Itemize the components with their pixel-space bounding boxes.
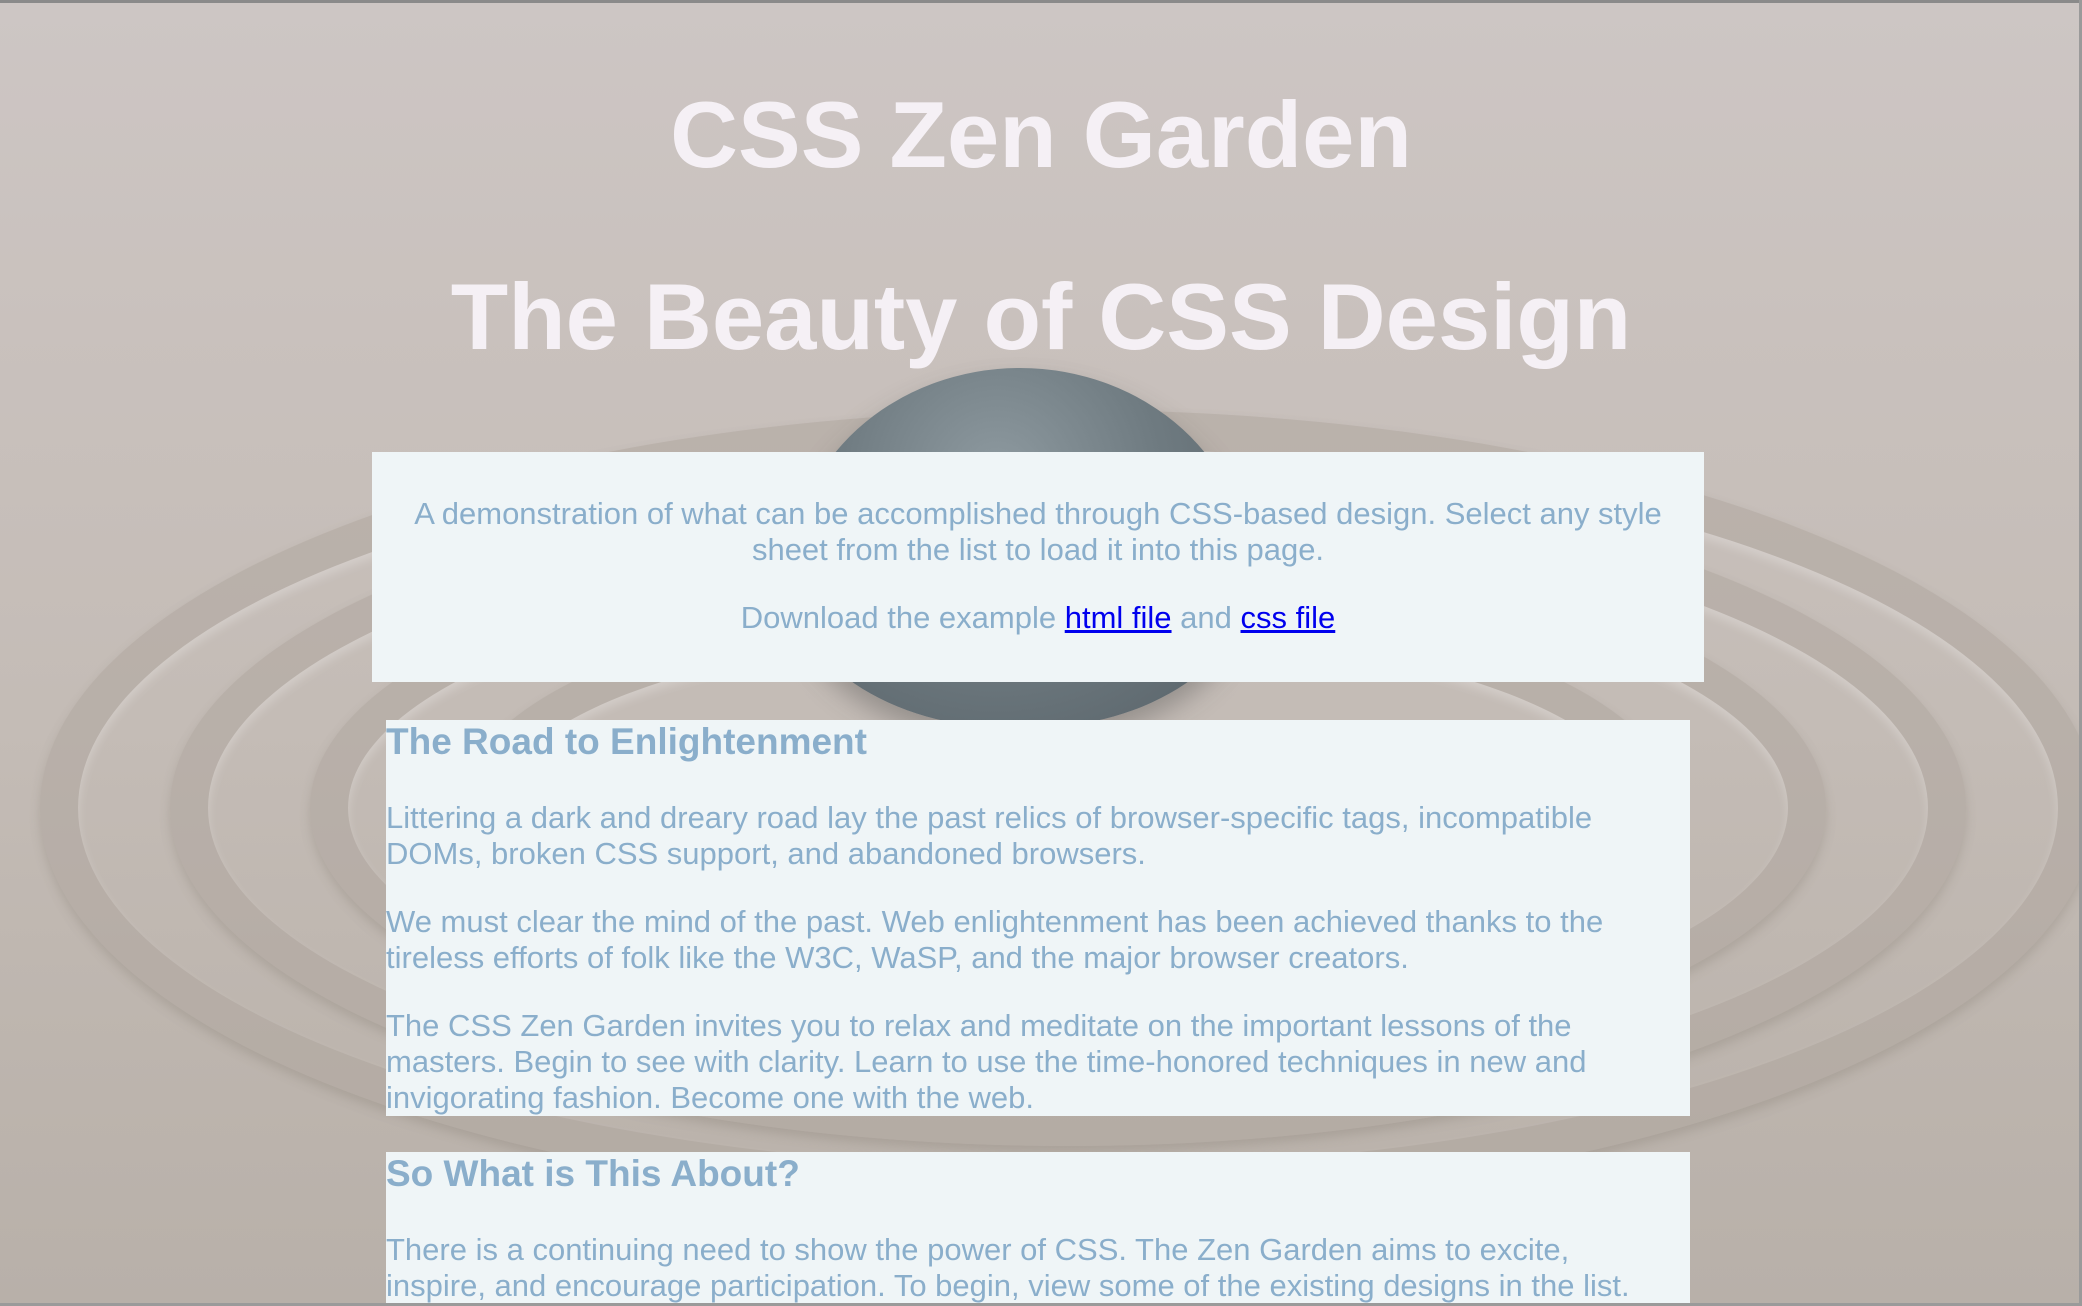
road-to-enlightenment-section: The Road to Enlightenment Littering a da… — [386, 720, 1690, 1116]
what-is-this-about-section: So What is This About? There is a contin… — [386, 1152, 1690, 1306]
page-viewport: CSS Zen Garden The Beauty of CSS Design … — [0, 0, 2082, 1306]
section-heading: So What is This About? — [386, 1153, 800, 1194]
download-prefix: Download the example — [740, 600, 1057, 635]
page-title: CSS Zen Garden — [670, 82, 1412, 187]
section-paragraph: Littering a dark and dreary road lay the… — [386, 800, 1593, 871]
section-heading: The Road to Enlightenment — [386, 721, 867, 762]
intro-panel: A demonstration of what can be accomplis… — [372, 452, 1704, 682]
download-conjunction: and — [1180, 600, 1232, 635]
intro-text: A demonstration of what can be accomplis… — [414, 496, 1662, 567]
section-paragraph: We must clear the mind of the past. Web … — [386, 904, 1604, 975]
page-subtitle: The Beauty of CSS Design — [450, 264, 1632, 369]
section-paragraph: There is a continuing need to show the p… — [386, 1232, 1630, 1303]
section-paragraph: The CSS Zen Garden invites you to relax … — [386, 1008, 1587, 1115]
window-top-edge — [0, 0, 2082, 3]
css-file-link[interactable]: css file — [1241, 600, 1336, 635]
html-file-link[interactable]: html file — [1065, 600, 1172, 635]
download-line: Download the example html file and css f… — [372, 600, 1704, 636]
